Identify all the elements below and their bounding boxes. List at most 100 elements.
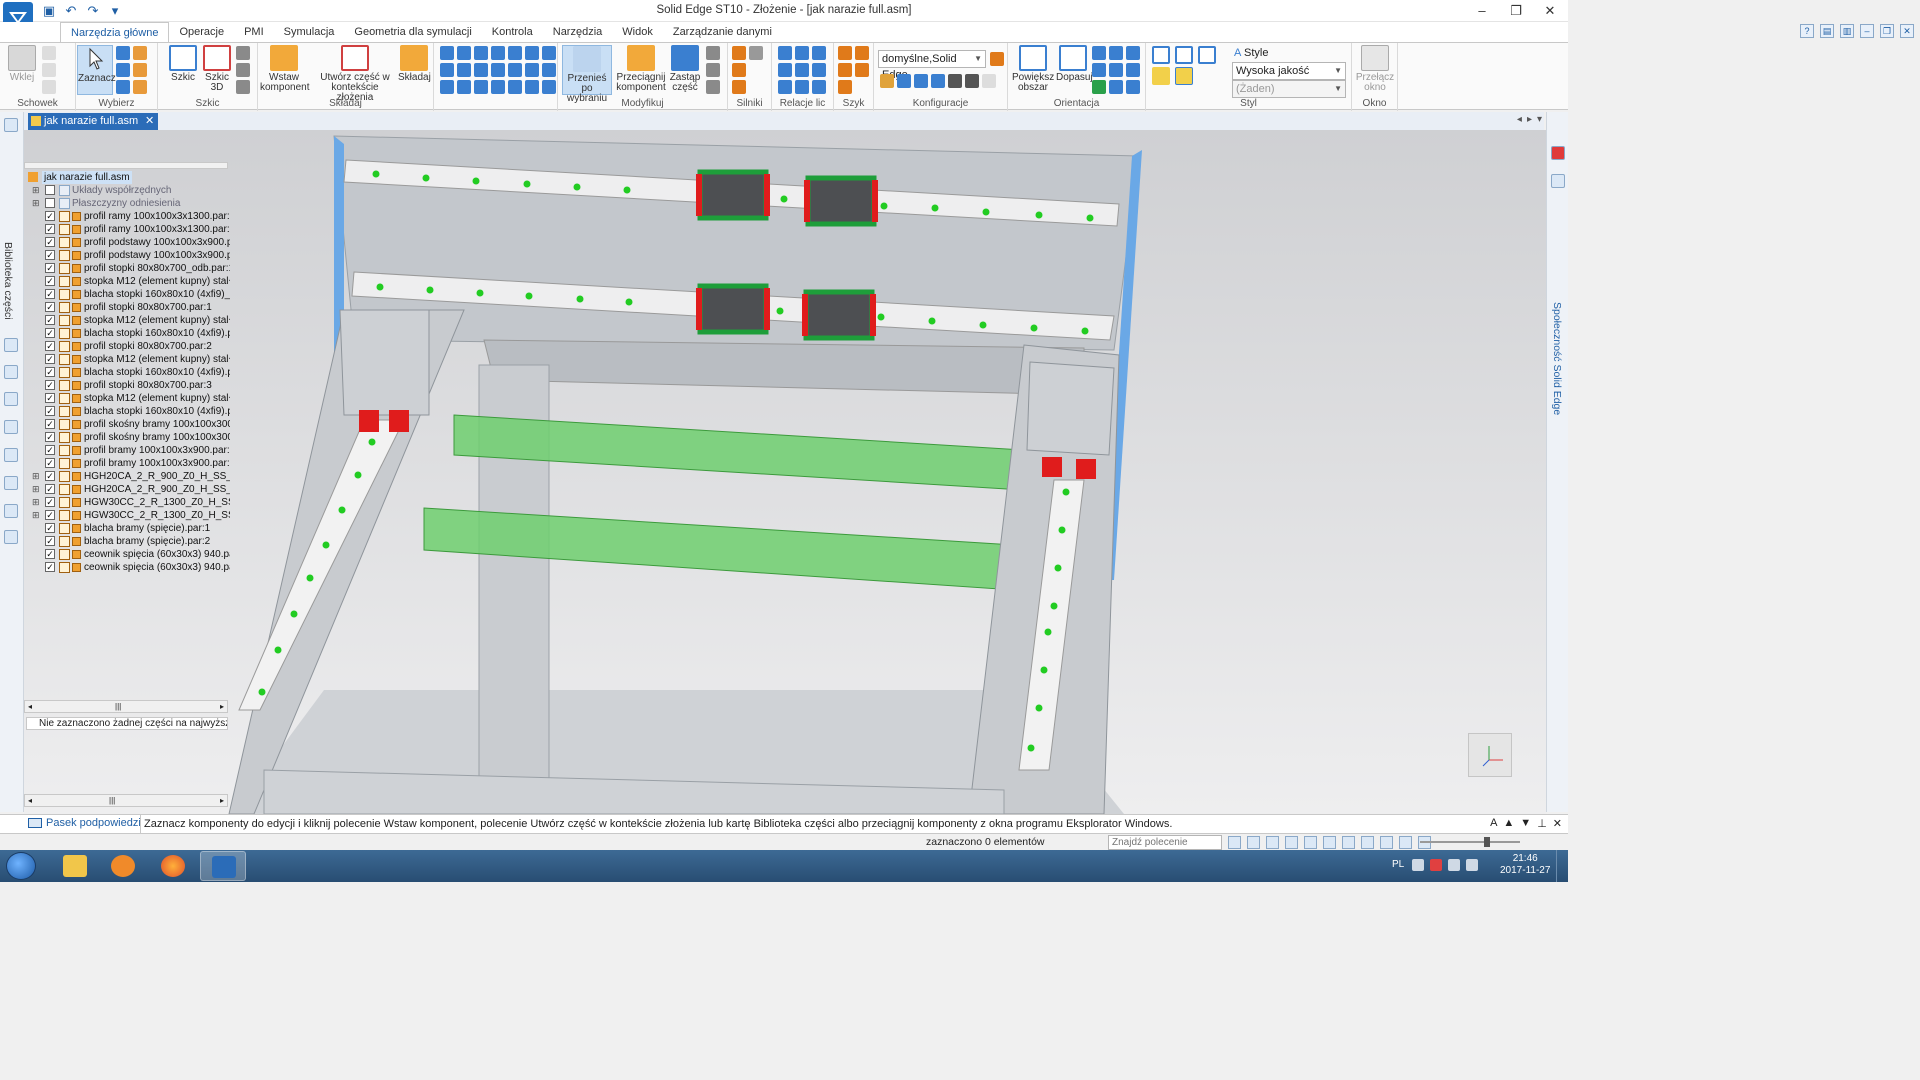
copy-icon[interactable] — [42, 63, 56, 77]
face-rel-2-icon[interactable] — [795, 46, 809, 60]
tree-item[interactable]: ✓ profil ramy 100x100x3x1300.par:2 — [28, 223, 230, 236]
tray-volume-icon[interactable] — [1466, 859, 1478, 871]
select-hide-icon[interactable] — [116, 80, 130, 94]
taskbar-firefox[interactable] — [150, 851, 196, 881]
visibility-checkbox[interactable] — [45, 185, 55, 195]
insert-component-button[interactable]: Wstaw komponent — [260, 45, 309, 93]
view-5-icon[interactable] — [1109, 80, 1123, 94]
prompt-scroll-up-icon[interactable]: ▲ — [1503, 817, 1514, 830]
tree-item[interactable]: ✓ profil ramy 100x100x3x1300.par:1 — [28, 210, 230, 223]
gear-relation-icon[interactable] — [474, 63, 488, 77]
close-button[interactable]: ✕ — [1538, 2, 1562, 20]
tree-item[interactable]: ✓ blacha bramy (spięcie).par:1 — [28, 522, 228, 535]
config-a-icon[interactable] — [880, 74, 894, 88]
view-cube[interactable] — [1468, 733, 1512, 777]
sensors-icon[interactable] — [4, 392, 18, 406]
face-rel-1-icon[interactable] — [778, 46, 792, 60]
visibility-checkbox[interactable]: ✓ — [45, 536, 55, 546]
visibility-checkbox[interactable]: ✓ — [45, 263, 55, 273]
face-rel-7-icon[interactable] — [778, 80, 792, 94]
doc-tab-close-icon[interactable]: ✕ — [145, 113, 154, 130]
taskbar-solid-edge[interactable] — [200, 851, 246, 881]
assemble-button[interactable]: Składaj — [398, 45, 431, 83]
tree-item[interactable]: ✓ stopka M12 (element kupny) stal+tw — [28, 353, 230, 366]
style-label[interactable]: A Style — [1234, 47, 1268, 59]
youtube-icon[interactable] — [1551, 146, 1565, 160]
visibility-checkbox[interactable]: ✓ — [45, 445, 55, 455]
scroll-right-2-icon[interactable]: ▸ — [220, 796, 224, 805]
zoom-status-icon[interactable] — [1266, 836, 1279, 849]
tab-kontrola[interactable]: Kontrola — [482, 22, 543, 42]
expand-icon[interactable]: ⊞ — [32, 483, 41, 496]
tree-item[interactable]: ✓ profil stopki 80x80x700.par:2 — [28, 340, 228, 353]
minimize-button[interactable]: – — [1470, 2, 1494, 20]
create-in-place-button[interactable]: Utwórz część w kontekście złożenia — [314, 45, 396, 103]
paste-button[interactable]: Wklej — [6, 45, 38, 83]
select-part-icon[interactable] — [133, 63, 147, 77]
tray-network-icon[interactable] — [1448, 859, 1460, 871]
path-icon[interactable] — [491, 63, 505, 77]
flip-icon[interactable] — [440, 80, 454, 94]
face-rel-4-icon[interactable] — [778, 63, 792, 77]
ribbon-minimize-icon[interactable]: – — [1860, 24, 1874, 38]
config-b-icon[interactable] — [897, 74, 911, 88]
visible-edges-icon[interactable] — [1175, 67, 1193, 85]
tree-item[interactable]: ✓ profil bramy 100x100x3x900.par:6 — [28, 457, 230, 470]
insert-relation-icon[interactable] — [491, 46, 505, 60]
visibility-checkbox[interactable]: ✓ — [45, 250, 55, 260]
motor-icon[interactable] — [732, 46, 746, 60]
zoom-area-status-icon[interactable] — [1247, 836, 1260, 849]
motor-linear-icon[interactable] — [732, 63, 746, 77]
tab-narzedzia-glowne[interactable]: Narzędzia główne — [60, 22, 170, 42]
planar-align-icon[interactable] — [457, 46, 471, 60]
fit-button[interactable]: Dopasuj — [1056, 45, 1093, 83]
sketch-cube-icon[interactable] — [236, 46, 250, 60]
tree-item[interactable]: ✓ ceownik spięcia (60x30x3) 940.par: — [28, 548, 230, 561]
visibility-checkbox[interactable]: ✓ — [45, 276, 55, 286]
visibility-checkbox[interactable]: ✓ — [45, 393, 55, 403]
taskbar-explorer[interactable] — [52, 851, 98, 881]
expand-icon[interactable]: ⊞ — [32, 509, 41, 522]
mate-icon[interactable] — [440, 46, 454, 60]
parallel-icon[interactable] — [508, 46, 522, 60]
tree-item[interactable]: ⊞ ✓ HGH20CA_2_R_900_Z0_H_SS_FI — [28, 470, 230, 483]
tree-item[interactable]: ⊞ ✓ HGW30CC_2_R_1300_Z0_H_SS_ — [28, 496, 230, 509]
rotate-status-icon[interactable] — [1323, 836, 1336, 849]
display-status-icon[interactable] — [1399, 836, 1412, 849]
start-button[interactable] — [6, 852, 36, 880]
tree-item[interactable]: ✓ profil skośny bramy 100x100x300 .pa — [28, 431, 230, 444]
tree-item[interactable]: ✓ profil skośny bramy 100x100x300 .pa — [28, 418, 230, 431]
motor-settings-icon[interactable] — [732, 80, 746, 94]
scroll-thumb[interactable]: ||| — [115, 702, 121, 711]
tangent-icon[interactable] — [440, 63, 454, 77]
command-search-input[interactable] — [1108, 835, 1222, 850]
config-c-icon[interactable] — [914, 74, 928, 88]
view-2-icon[interactable] — [1109, 63, 1123, 77]
restore-button[interactable]: ❐ — [1504, 2, 1528, 20]
config-save-icon[interactable] — [990, 52, 1004, 66]
config-e-icon[interactable] — [982, 74, 996, 88]
capture-fit-icon[interactable] — [491, 80, 505, 94]
visibility-checkbox[interactable]: ✓ — [45, 523, 55, 533]
doc-tab-active[interactable]: jak narazie full.asm ✕ — [28, 113, 159, 130]
groups-icon[interactable] — [4, 504, 18, 518]
relation-assistant-icon[interactable] — [474, 80, 488, 94]
angle-icon[interactable] — [542, 46, 556, 60]
select-tools-icon[interactable] — [4, 476, 18, 490]
ground-icon[interactable] — [542, 63, 556, 77]
visibility-checkbox[interactable]: ✓ — [45, 458, 55, 468]
visibility-checkbox[interactable]: ✓ — [45, 289, 55, 299]
visibility-checkbox[interactable]: ✓ — [45, 302, 55, 312]
suppress-icon[interactable] — [525, 80, 539, 94]
visibility-checkbox[interactable]: ✓ — [45, 432, 55, 442]
configuration-combo[interactable]: domyślne,Solid Edge ▼ — [878, 50, 986, 81]
shading-status-icon[interactable] — [1361, 836, 1374, 849]
window-arrange-icon[interactable]: ▤ — [1820, 24, 1834, 38]
visibility-checkbox[interactable]: ✓ — [45, 484, 55, 494]
select-tool-icon[interactable] — [133, 46, 147, 60]
tree-item[interactable]: ⊞ Układy współrzędnych — [28, 184, 228, 197]
tab-narzedzia[interactable]: Narzędzia — [543, 22, 613, 42]
help-panel-icon[interactable] — [4, 420, 18, 434]
face-rel-6-icon[interactable] — [812, 63, 826, 77]
3d-viewport[interactable] — [24, 130, 1546, 814]
